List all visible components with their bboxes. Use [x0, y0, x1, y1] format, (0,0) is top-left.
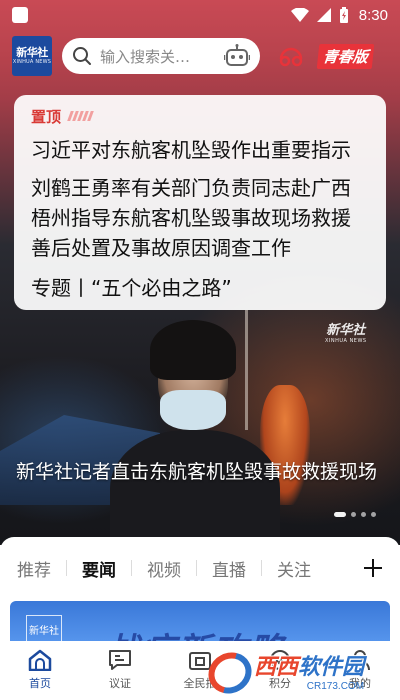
tab-video[interactable]: 视频: [147, 556, 181, 581]
tab-recommend[interactable]: 推荐: [17, 556, 51, 581]
carousel-dot: [334, 512, 346, 517]
nav-label: 首页: [29, 677, 51, 690]
site-watermark: 西西软件园 CR173.COM: [200, 644, 364, 700]
tab-follow[interactable]: 关注: [277, 556, 311, 581]
search-placeholder: 输入搜索关…: [100, 47, 191, 66]
top-bar: 新华社 XINHUA NEWS 输入搜索关… 青春版: [0, 34, 400, 78]
logo-cn: 新华社: [16, 46, 48, 59]
tab-divider: [261, 560, 262, 576]
search-icon: [73, 47, 91, 65]
nav-label: 议证: [109, 677, 131, 690]
reporter-mask-shape: [160, 390, 226, 430]
channel-tabs: 推荐 要闻 视频 直播 关注: [0, 551, 400, 585]
robot-assistant-icon[interactable]: [224, 44, 250, 68]
pin-decoration-icon: [67, 111, 94, 121]
pinned-label: 置顶: [31, 107, 62, 126]
pin-row: 置顶: [31, 105, 369, 127]
site-logo-icon: [200, 644, 260, 700]
nav-home[interactable]: 首页: [0, 641, 80, 700]
pole-shape: [245, 310, 248, 430]
chat-icon: [109, 650, 131, 670]
wifi-icon: [290, 8, 309, 22]
plus-icon[interactable]: [360, 555, 386, 581]
headline-card: 置顶 习近平对东航客机坠毁作出重要指示 刘鹤王勇率有关部门负责同志赴广西梧州指导…: [14, 95, 386, 310]
video-caption[interactable]: 新华社记者直击东航客机坠毁事故救援现场: [16, 458, 386, 486]
site-watermark-text: 西西软件园 CR173.COM: [254, 655, 364, 692]
home-icon: [28, 649, 52, 671]
tab-divider: [66, 560, 67, 576]
site-url: CR173.COM: [306, 680, 365, 692]
logo-en: XINHUA NEWS: [12, 59, 52, 65]
tab-divider: [196, 560, 197, 576]
tab-live[interactable]: 直播: [212, 556, 246, 581]
watermark-cn: 新华社: [326, 323, 366, 338]
clock: 8:30: [358, 6, 388, 24]
search-input[interactable]: 输入搜索关…: [62, 38, 260, 74]
carousel-dot: [351, 512, 356, 517]
signal-icon: [316, 8, 331, 22]
video-frame[interactable]: [0, 310, 400, 545]
reporter-hair-shape: [150, 320, 236, 380]
headline-link[interactable]: 刘鹤王勇率有关部门负责同志赴广西梧州指导东航客机坠毁事故现场救援善后处置及事故原…: [31, 173, 369, 263]
reporter-body-shape: [110, 430, 280, 545]
video-watermark: 新华社 XINHUA NEWS: [325, 323, 367, 345]
battery-icon: [339, 7, 348, 23]
carousel-dot: [371, 512, 376, 517]
site-name-part2: 软件园: [298, 654, 365, 680]
headphones-icon[interactable]: [278, 44, 304, 68]
nav-discuss[interactable]: 议证: [80, 641, 160, 700]
youth-mode-button[interactable]: 青春版: [316, 43, 375, 69]
headline-link[interactable]: 习近平对东航客机坠毁作出重要指示: [31, 135, 369, 165]
headline-link[interactable]: 专题丨“五个必由之路”: [31, 273, 369, 303]
tab-divider: [131, 560, 132, 576]
watermark-en: XINHUA NEWS: [325, 338, 367, 344]
notification-icon: [12, 7, 28, 23]
site-name-part1: 西西: [254, 654, 299, 680]
carousel-indicator: [334, 512, 376, 517]
status-bar: 8:30: [0, 0, 400, 30]
site-name: 西西软件园: [254, 655, 364, 681]
tab-news[interactable]: 要闻: [82, 556, 116, 581]
carousel-dot: [361, 512, 366, 517]
xinhua-logo[interactable]: 新华社 XINHUA NEWS: [12, 36, 52, 76]
